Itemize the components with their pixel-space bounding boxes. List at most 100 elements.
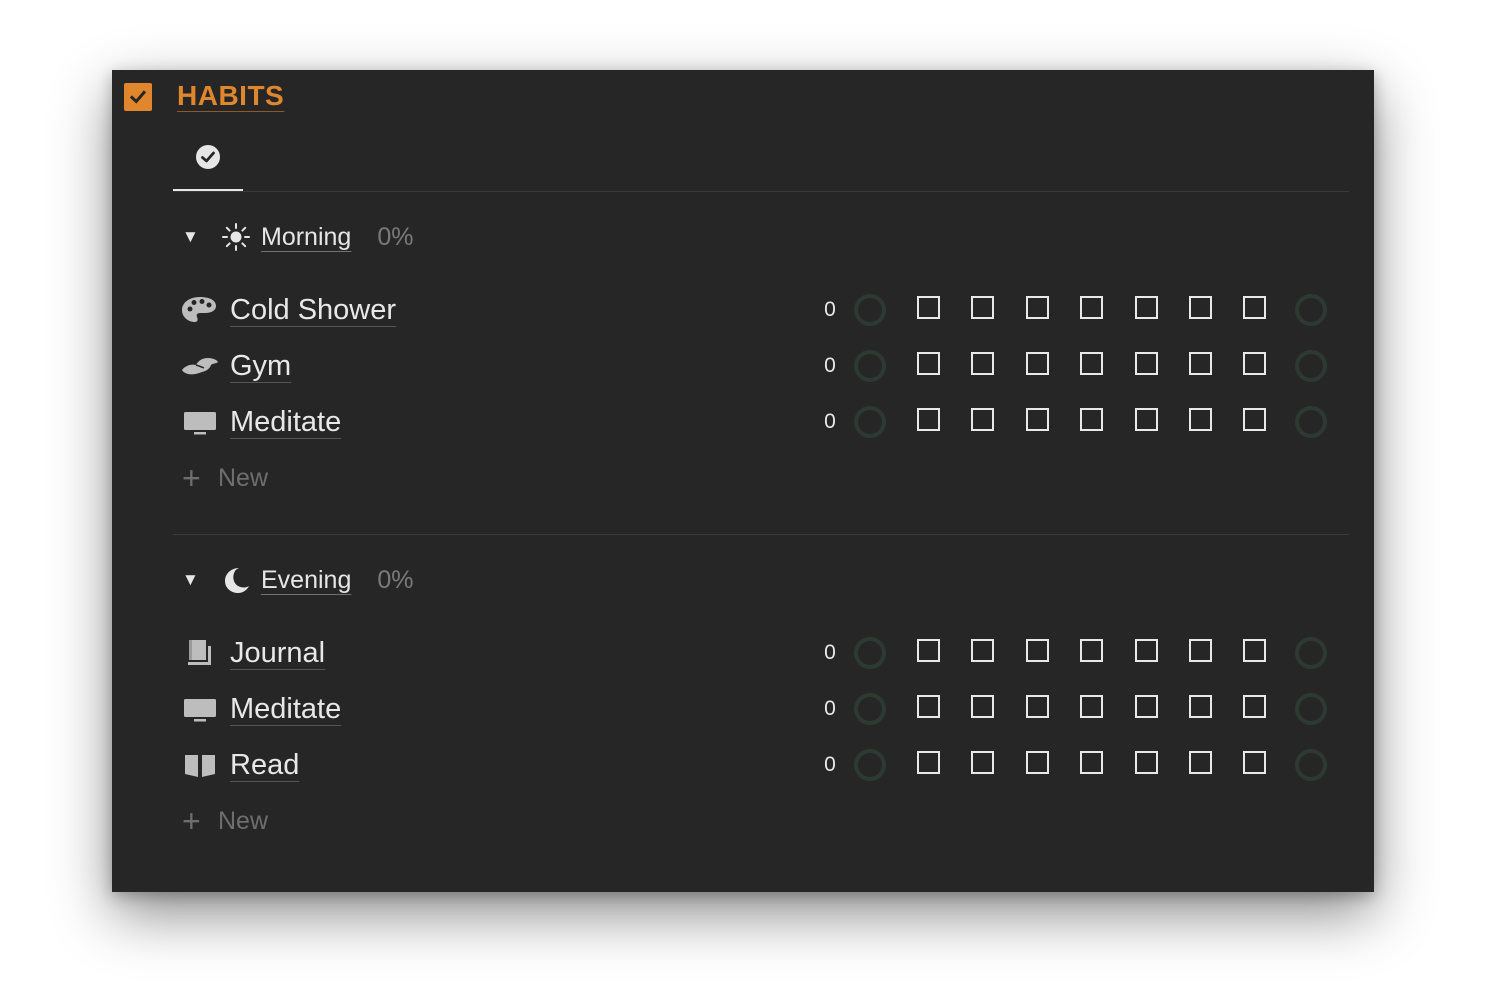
progress-ring-icon xyxy=(854,749,886,781)
habit-count: 0 xyxy=(824,298,836,321)
group-title[interactable]: Morning xyxy=(261,223,351,252)
day-checkbox[interactable] xyxy=(1026,639,1049,662)
day-checkbox[interactable] xyxy=(1243,352,1266,375)
day-checkbox[interactable] xyxy=(917,296,940,319)
day-checkbox[interactable] xyxy=(1135,296,1158,319)
day-checkbox[interactable] xyxy=(917,751,940,774)
day-checkbox[interactable] xyxy=(1135,639,1158,662)
habit-name[interactable]: Read xyxy=(230,749,299,782)
monitor-icon xyxy=(180,407,220,437)
habit-name[interactable]: Meditate xyxy=(230,406,341,439)
new-habit-button[interactable]: + New xyxy=(182,801,268,841)
day-checkbox[interactable] xyxy=(1026,751,1049,774)
page-title[interactable]: HABITS xyxy=(177,80,284,112)
habit-count: 0 xyxy=(824,641,836,664)
day-checkbox[interactable] xyxy=(1026,695,1049,718)
day-checkbox[interactable] xyxy=(1189,296,1212,319)
day-checkbox[interactable] xyxy=(971,296,994,319)
plus-icon: + xyxy=(182,460,201,496)
group-percent: 0% xyxy=(377,565,414,594)
day-checkbox[interactable] xyxy=(1135,352,1158,375)
new-habit-button[interactable]: + New xyxy=(182,458,268,498)
habit-name[interactable]: Meditate xyxy=(230,693,341,726)
palette-icon xyxy=(180,295,220,325)
habit-count: 0 xyxy=(824,354,836,377)
new-label: New xyxy=(218,806,269,835)
habit-name[interactable]: Journal xyxy=(230,637,325,670)
group-header-evening: ▼ Evening 0% xyxy=(182,560,414,600)
day-checkbox[interactable] xyxy=(1243,751,1266,774)
group-header-morning: ▼ Morning 0% xyxy=(182,217,413,257)
progress-ring-icon xyxy=(1295,294,1327,326)
day-checkbox[interactable] xyxy=(1243,639,1266,662)
day-checkbox[interactable] xyxy=(1135,751,1158,774)
day-checkbox[interactable] xyxy=(1243,296,1266,319)
sun-icon xyxy=(221,222,251,252)
group-title[interactable]: Evening xyxy=(261,566,351,595)
habit-count: 0 xyxy=(824,697,836,720)
day-checkbox[interactable] xyxy=(1080,695,1103,718)
day-checkbox[interactable] xyxy=(1080,296,1103,319)
bicep-icon xyxy=(180,351,220,381)
day-checkbox[interactable] xyxy=(1026,408,1049,431)
group-percent: 0% xyxy=(377,222,414,251)
progress-ring-icon xyxy=(1295,637,1327,669)
day-checkbox[interactable] xyxy=(1080,408,1103,431)
day-checkbox[interactable] xyxy=(917,408,940,431)
tab-checklist[interactable] xyxy=(173,138,243,192)
habit-name[interactable]: Gym xyxy=(230,350,291,383)
habit-name[interactable]: Cold Shower xyxy=(230,294,396,327)
day-checkbox[interactable] xyxy=(1080,352,1103,375)
day-checkbox[interactable] xyxy=(917,639,940,662)
habit-count: 0 xyxy=(824,753,836,776)
habit-row[interactable]: Journal 0 xyxy=(180,628,1340,678)
checkmark-icon xyxy=(129,90,147,104)
notebook-icon xyxy=(180,638,220,668)
habits-checkbox[interactable] xyxy=(124,83,152,111)
moon-icon xyxy=(221,565,251,595)
day-checkbox[interactable] xyxy=(971,751,994,774)
day-checkbox[interactable] xyxy=(1189,751,1212,774)
collapse-caret-icon[interactable]: ▼ xyxy=(182,570,206,590)
progress-ring-icon xyxy=(1295,406,1327,438)
day-checkbox[interactable] xyxy=(1243,695,1266,718)
day-checkbox[interactable] xyxy=(1189,639,1212,662)
tab-divider xyxy=(173,191,1349,192)
habit-row[interactable]: Cold Shower 0 xyxy=(180,285,1340,335)
day-checkbox[interactable] xyxy=(971,408,994,431)
monitor-icon xyxy=(180,694,220,724)
day-checkbox[interactable] xyxy=(971,639,994,662)
day-checkbox[interactable] xyxy=(971,695,994,718)
habit-row[interactable]: Gym 0 xyxy=(180,341,1340,391)
day-checkbox[interactable] xyxy=(917,352,940,375)
habit-count: 0 xyxy=(824,410,836,433)
day-checkbox[interactable] xyxy=(1026,296,1049,319)
progress-ring-icon xyxy=(854,294,886,326)
progress-ring-icon xyxy=(854,406,886,438)
habit-row[interactable]: Read 0 xyxy=(180,740,1340,790)
habit-row[interactable]: Meditate 0 xyxy=(180,684,1340,734)
day-checkbox[interactable] xyxy=(1189,408,1212,431)
day-checkbox[interactable] xyxy=(1135,695,1158,718)
progress-ring-icon xyxy=(854,693,886,725)
check-circle-icon xyxy=(196,145,220,169)
day-checkbox[interactable] xyxy=(1080,639,1103,662)
new-label: New xyxy=(218,463,269,492)
habit-row[interactable]: Meditate 0 xyxy=(180,397,1340,447)
day-checkbox[interactable] xyxy=(1026,352,1049,375)
habits-window: HABITS ▼ Morning 0% Cold Shower 0 Gym 0 … xyxy=(112,70,1374,892)
plus-icon: + xyxy=(182,803,201,839)
group-divider xyxy=(173,534,1349,535)
progress-ring-icon xyxy=(854,637,886,669)
day-checkbox[interactable] xyxy=(971,352,994,375)
day-checkbox[interactable] xyxy=(917,695,940,718)
day-checkbox[interactable] xyxy=(1080,751,1103,774)
day-checkbox[interactable] xyxy=(1135,408,1158,431)
progress-ring-icon xyxy=(1295,350,1327,382)
day-checkbox[interactable] xyxy=(1189,695,1212,718)
progress-ring-icon xyxy=(1295,749,1327,781)
day-checkbox[interactable] xyxy=(1243,408,1266,431)
day-checkbox[interactable] xyxy=(1189,352,1212,375)
progress-ring-icon xyxy=(1295,693,1327,725)
collapse-caret-icon[interactable]: ▼ xyxy=(182,227,206,247)
